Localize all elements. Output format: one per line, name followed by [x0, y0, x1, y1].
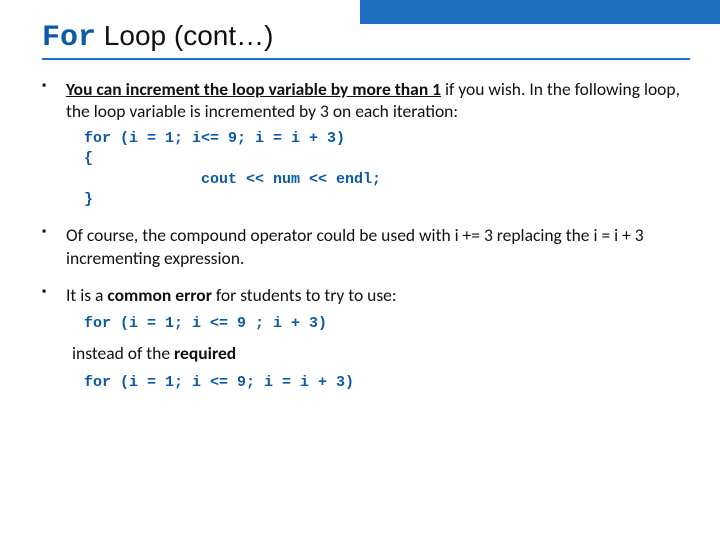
bullet-item-2: Of course, the compound operator could b…	[42, 224, 690, 270]
b1-code-l3: cout << num << endl;	[84, 171, 381, 188]
b3-code2b: i = i + 3)	[264, 374, 354, 391]
b3-mid-text: instead of the	[72, 342, 174, 364]
bullet-list: You can increment the loop variable by m…	[42, 78, 690, 393]
b3-prefix: It is a	[66, 284, 107, 306]
title-rest: Loop (cont…)	[96, 20, 273, 51]
header-accent-bar	[360, 0, 720, 24]
b1-code-l1b: i = i + 3)	[255, 130, 345, 147]
title-keyword: For	[42, 21, 96, 55]
slide-title: For Loop (cont…)	[42, 20, 690, 60]
b1-text: You can increment the loop variable by m…	[66, 78, 680, 123]
b1-bold: You can increment the loop variable by m…	[66, 78, 441, 100]
b1-code: for (i = 1; i<= 9; i = i + 3) { cout << …	[84, 129, 690, 210]
b1-code-l4: }	[84, 191, 93, 208]
b3-bold: common error	[107, 284, 212, 306]
slide-content: For Loop (cont…) You can increment the l…	[0, 0, 720, 426]
b1-code-l2: {	[84, 150, 93, 167]
b3-code2a: for (i = 1; i <= 9;	[84, 374, 264, 391]
b3-mid-bold: required	[174, 342, 236, 364]
bullet-item-3: It is a common error for students to try…	[42, 284, 690, 393]
b1-code-l1a: for (i = 1; i<= 9;	[84, 130, 255, 147]
b2-text: Of course, the compound operator could b…	[66, 224, 644, 269]
b3-mid: instead of the required	[72, 342, 690, 365]
bullet-item-1: You can increment the loop variable by m…	[42, 78, 690, 211]
b3-line1: It is a common error for students to try…	[66, 284, 397, 306]
b3-code2: for (i = 1; i <= 9; i = i + 3)	[84, 373, 690, 393]
b3-code1: for (i = 1; i <= 9 ; i + 3)	[84, 314, 690, 334]
b3-suffix: for students to try to use:	[212, 284, 397, 306]
